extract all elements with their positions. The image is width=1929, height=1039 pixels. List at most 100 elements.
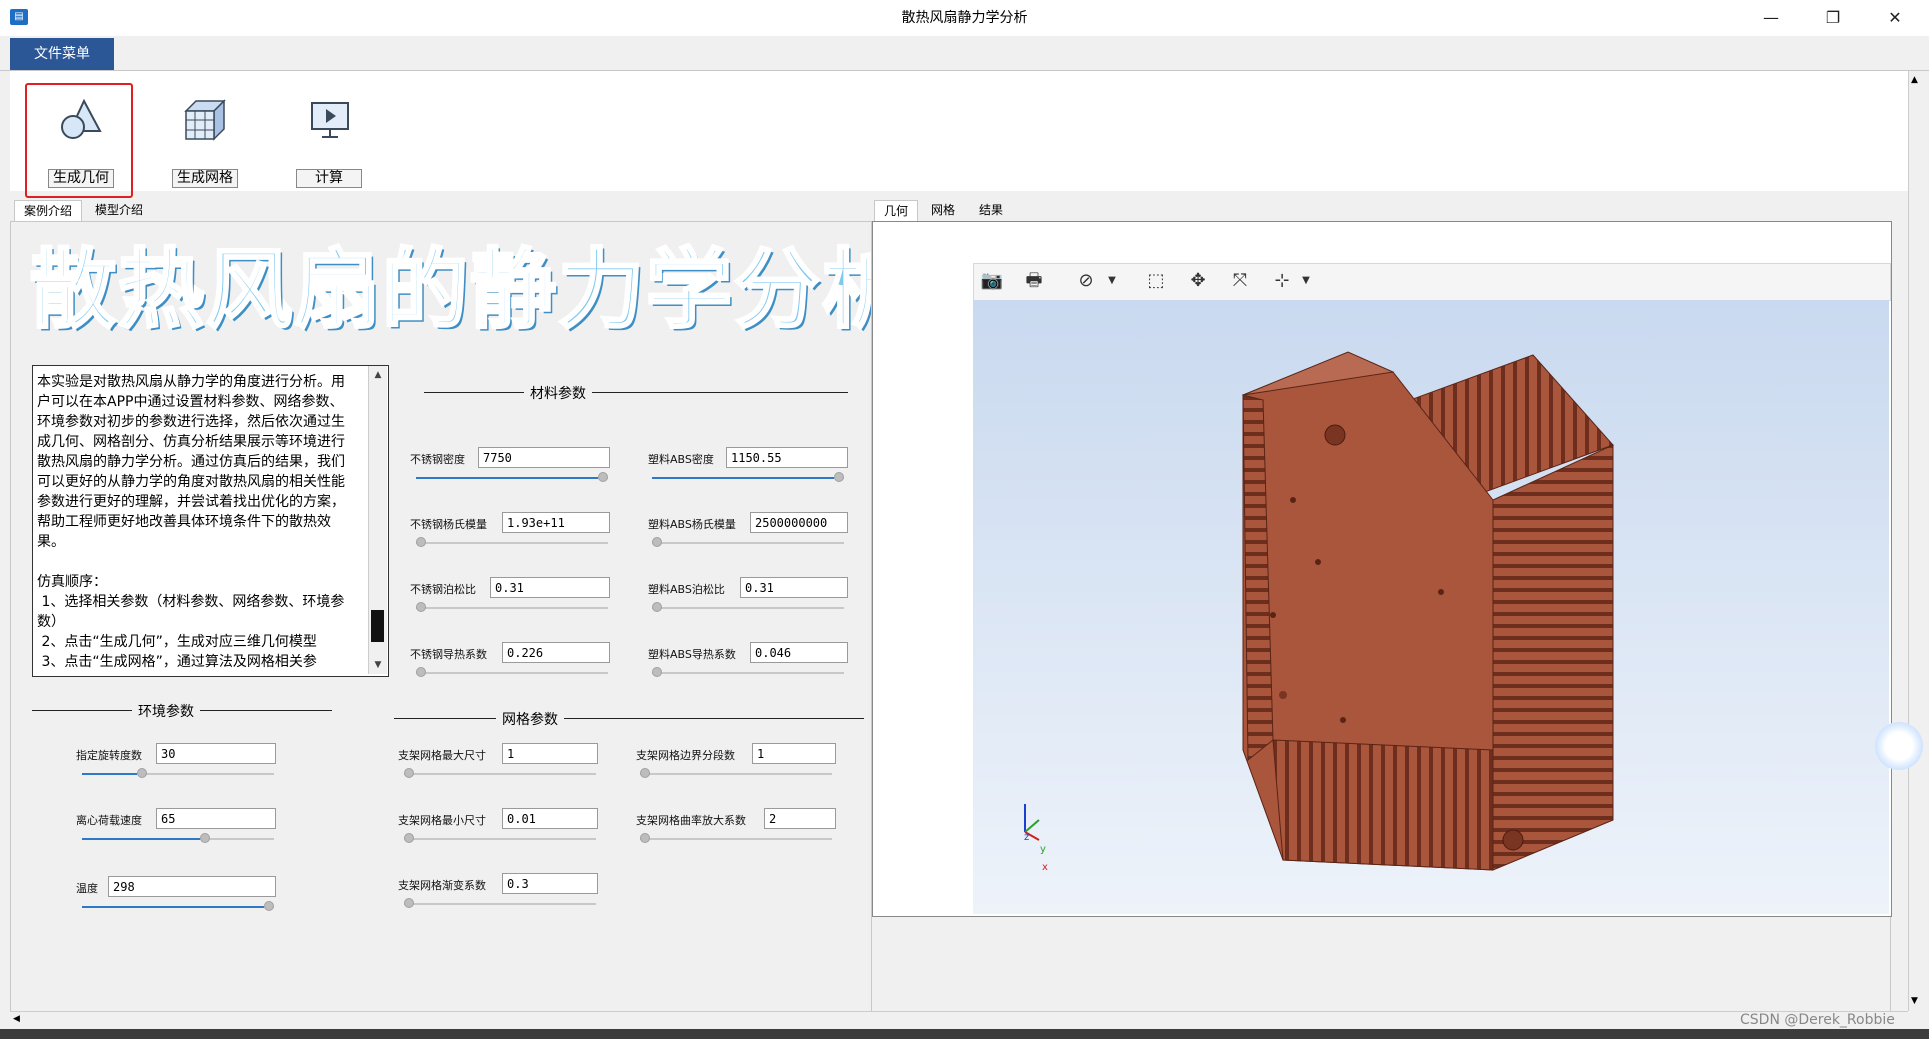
mesh-min-size-slider[interactable] [404,833,596,843]
mesh-min-size-slider-thumb[interactable] [404,833,414,843]
menu-bar [0,36,1929,71]
stainless-density-slider-thumb[interactable] [598,472,608,482]
abs-youngs-slider[interactable] [652,537,844,547]
stainless-conductivity-slider-thumb[interactable] [416,667,426,677]
abs-youngs-input[interactable]: 2500000000 [750,512,848,533]
floating-assistant-icon[interactable] [1875,722,1923,770]
temperature-slider-thumb[interactable] [264,901,274,911]
horizontal-scrollbar[interactable]: ◀ [10,1011,1908,1030]
print-icon[interactable]: 🖶 [1020,268,1048,294]
abs-conductivity-slider[interactable] [652,667,844,677]
abs-poisson-label: 塑料ABS泊松比 [648,583,725,596]
taskbar-strip [0,1029,1929,1039]
stainless-poisson-label: 不锈钢泊松比 [410,583,476,596]
stainless-youngs-slider[interactable] [416,537,608,547]
tab-mesh[interactable]: 网格 [922,200,964,220]
stainless-density-input[interactable]: 7750 [478,447,610,468]
centrifugal-speed-label: 离心荷载速度 [76,814,142,827]
mesh-min-size-label: 支架网格最小尺寸 [398,814,486,827]
mesh-boundary-segments-input[interactable]: 1 [752,743,836,764]
centrifugal-speed-slider[interactable] [82,833,274,843]
abs-density-slider[interactable] [652,472,844,482]
generate-geometry-button[interactable]: 生成几何 [36,85,126,190]
banner-title: 散热风扇的静力学分析 [29,239,910,342]
mesh-growth-rate-slider-thumb[interactable] [404,898,414,908]
abs-density-slider-thumb[interactable] [834,472,844,482]
mesh-max-size-slider-thumb[interactable] [404,768,414,778]
tab-case-intro[interactable]: 案例介绍 [14,200,82,221]
stainless-poisson-slider[interactable] [416,602,608,612]
mesh-boundary-segments-slider[interactable] [640,768,832,778]
centrifugal-speed-input[interactable]: 65 [156,808,276,829]
window-title: 散热风扇静力学分析 [901,10,1028,26]
zoom-extents-icon[interactable]: ⤧ [1226,268,1254,294]
temperature-slider[interactable] [82,901,274,911]
mesh-growth-rate-input[interactable]: 0.3 [502,873,598,894]
tab-model-intro[interactable]: 模型介绍 [86,200,152,220]
mesh-max-size-label: 支架网格最大尺寸 [398,749,486,762]
abs-poisson-input[interactable]: 0.31 [740,577,848,598]
stainless-youngs-input[interactable]: 1.93e+11 [502,512,610,533]
abs-poisson-slider-thumb[interactable] [652,602,662,612]
rotation-degree-input[interactable]: 30 [156,743,276,764]
vertical-scrollbar[interactable]: ▲ ▼ [1908,71,1929,1011]
mesh-curvature-factor-slider[interactable] [640,833,832,843]
tab-results[interactable]: 结果 [970,200,1012,220]
stainless-youngs-slider-thumb[interactable] [416,537,426,547]
stainless-density-label: 不锈钢密度 [410,453,465,466]
rotation-degree-slider-thumb[interactable] [136,768,147,778]
camera-icon[interactable]: 📷 [978,268,1006,294]
hide-icon[interactable]: ⊘ [1072,268,1100,294]
temperature-label: 温度 [76,882,98,895]
scroll-thumb[interactable] [371,610,384,642]
restore-button[interactable]: ❐ [1810,0,1856,36]
mesh-boundary-segments-slider-thumb[interactable] [640,768,650,778]
abs-poisson-slider[interactable] [652,602,844,612]
stainless-conductivity-input[interactable]: 0.226 [502,642,610,663]
temperature-input[interactable]: 298 [108,876,276,897]
stainless-conductivity-slider[interactable] [416,667,608,677]
vscroll-up-icon[interactable]: ▲ [1911,75,1918,85]
vscroll-down-icon[interactable]: ▼ [1911,996,1918,1006]
stainless-density-slider[interactable] [416,472,608,482]
mesh-growth-rate-slider[interactable] [404,898,596,908]
fit-view-icon[interactable]: ✥ [1184,268,1212,294]
abs-conductivity-input[interactable]: 0.046 [750,642,848,663]
3d-viewport[interactable] [973,300,1889,914]
mesh-icon [184,99,226,141]
intro-scrollbar[interactable]: ▲ ▼ [368,366,387,674]
compute-label: 计算 [296,169,362,188]
mesh-max-size-slider[interactable] [404,768,596,778]
stainless-density-slider-fill [416,477,598,479]
minimize-button[interactable]: — [1748,0,1794,36]
mesh-curvature-factor-slider-thumb[interactable] [640,833,650,843]
abs-youngs-slider-thumb[interactable] [652,537,662,547]
material-title: 材料参数 [524,383,592,403]
rotation-degree-slider[interactable] [82,768,274,778]
stainless-poisson-input[interactable]: 0.31 [490,577,610,598]
abs-conductivity-slider-thumb[interactable] [652,667,662,677]
mesh-min-size-input[interactable]: 0.01 [502,808,598,829]
axis-dropdown-icon[interactable]: ▼ [1292,268,1320,294]
tab-geometry[interactable]: 几何 [874,200,918,221]
material-divider [424,392,848,393]
generate-geometry-label: 生成几何 [48,169,114,188]
close-button[interactable]: ✕ [1872,0,1918,36]
scroll-up-icon[interactable]: ▲ [369,366,387,384]
mesh-max-size-input[interactable]: 1 [502,743,598,764]
intro-text: 本实验是对散热风扇从静力学的角度进行分析。用户可以在本APP中通过设置材料参数、… [37,374,345,670]
generate-mesh-button[interactable]: 生成网格 [160,85,250,190]
compute-icon [311,102,349,138]
abs-youngs-label: 塑料ABS杨氏模量 [648,518,736,531]
hide-dropdown-icon[interactable]: ▼ [1098,268,1126,294]
zoom-box-icon[interactable]: ⬚ [1142,268,1170,294]
mesh-curvature-factor-input[interactable]: 2 [764,808,836,829]
hscroll-left-icon[interactable]: ◀ [13,1014,20,1024]
stainless-poisson-slider-thumb[interactable] [416,602,426,612]
scroll-down-icon[interactable]: ▼ [369,656,387,674]
compute-button[interactable]: 计算 [284,85,374,190]
file-menu-button[interactable]: 文件菜单 [10,38,114,70]
abs-density-input[interactable]: 1150.55 [726,447,848,468]
environment-title: 环境参数 [132,701,200,721]
mesh-divider [394,718,864,719]
